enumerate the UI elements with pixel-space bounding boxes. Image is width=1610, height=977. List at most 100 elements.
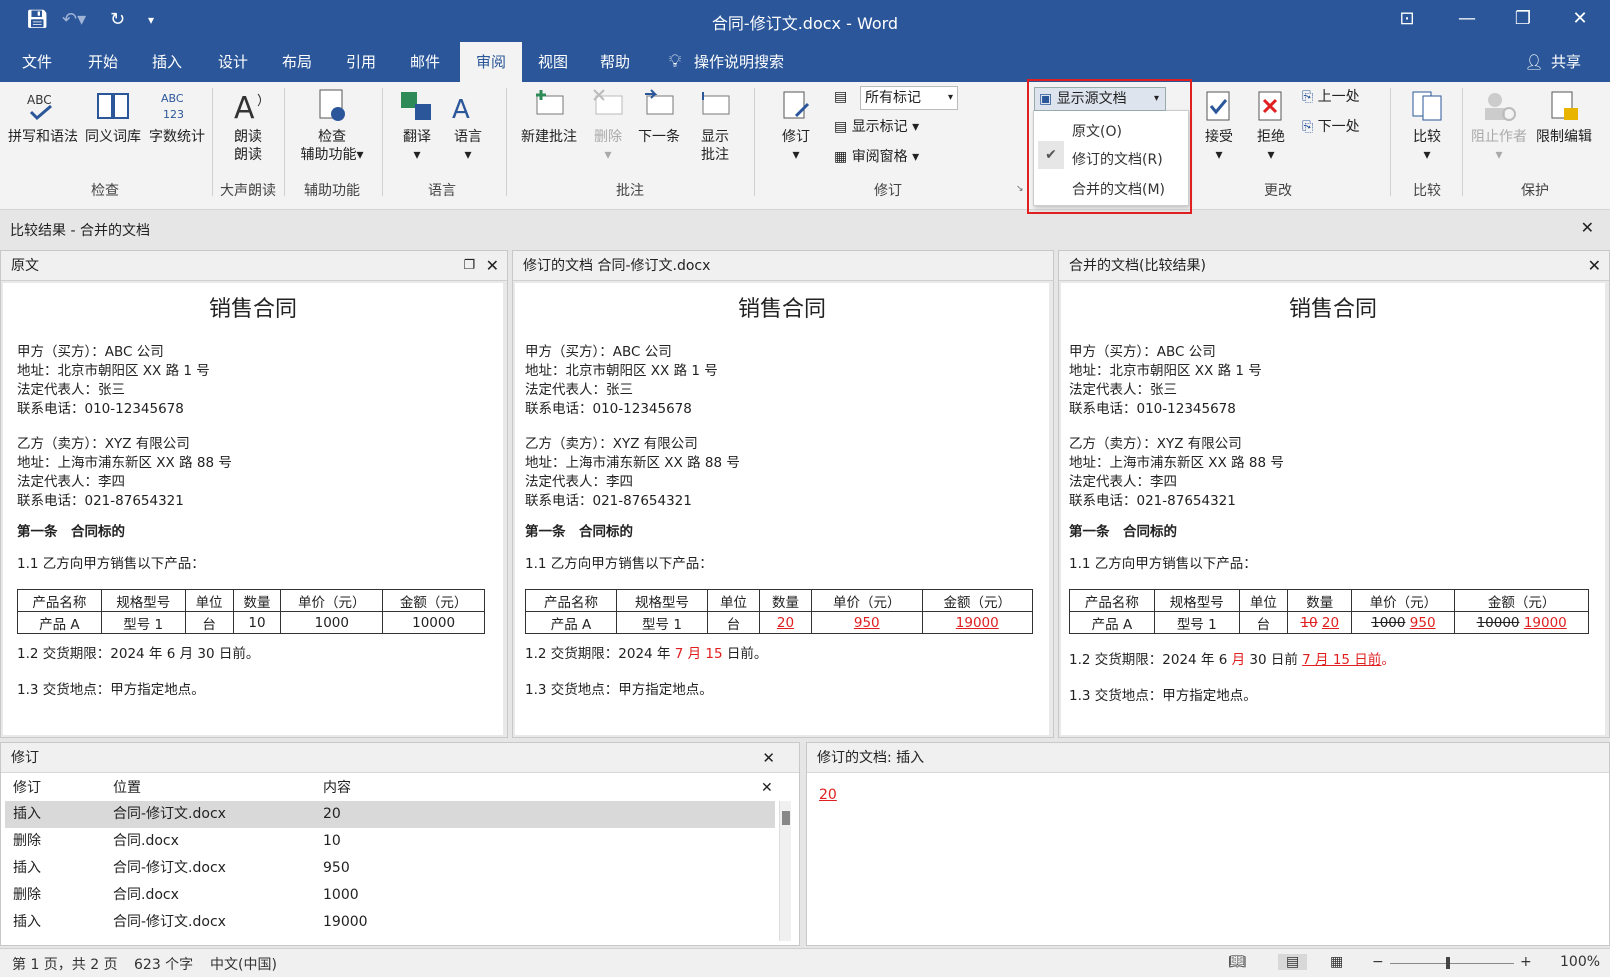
clause-1-2: 1.2 交货期限：2024 年 7 月 15 日前。 bbox=[525, 646, 768, 662]
tab-home[interactable]: 开始 bbox=[74, 42, 132, 82]
language-status[interactable]: 中文(中国) bbox=[210, 954, 277, 974]
svg-text:ABC: ABC bbox=[27, 93, 52, 107]
party-b-block: 乙方（卖方）：XYZ 有限公司 地址：上海市浦东新区 XX 路 88 号法定代表人… bbox=[17, 436, 232, 509]
restore-icon[interactable]: ❐ bbox=[1508, 8, 1538, 29]
article-1-heading: 第一条 合同标的 bbox=[1069, 524, 1177, 540]
close-revisions-icon[interactable]: ✕ bbox=[762, 743, 775, 773]
table-row[interactable]: 插入 合同-修订文.docx 950 bbox=[5, 855, 775, 882]
language-button[interactable]: A 语言 ▾ bbox=[446, 88, 490, 164]
zoom-slider-thumb[interactable] bbox=[1446, 957, 1450, 969]
web-layout-icon[interactable]: ▦ bbox=[1330, 954, 1343, 970]
delete-comment-button[interactable]: 删除 ▾ bbox=[586, 88, 630, 164]
merged-pane-title: 合并的文档(比较结果) bbox=[1069, 258, 1206, 274]
zoom-in-icon[interactable]: + bbox=[1520, 954, 1532, 970]
block-authors-button[interactable]: 阻止作者 ▾ bbox=[1468, 88, 1530, 164]
check-accessibility-button[interactable]: 检查 辅助功能▾ bbox=[292, 88, 372, 164]
compare-button[interactable]: 比较 ▾ bbox=[1400, 88, 1454, 164]
doc-title: 销售合同 bbox=[737, 297, 826, 322]
doc-title: 销售合同 bbox=[208, 297, 297, 322]
markup-dropdown[interactable]: 所有标记 ▾ bbox=[860, 86, 958, 110]
zoom-out-icon[interactable]: − bbox=[1372, 954, 1384, 970]
group-language-label: 语言 bbox=[428, 183, 456, 199]
zoom-level[interactable]: 100% bbox=[1560, 954, 1600, 970]
next-comment-button[interactable]: 下一条 bbox=[634, 88, 684, 146]
svg-text:ABC: ABC bbox=[161, 92, 184, 105]
status-bar: 第 1 页，共 2 页 623 个字 中文(中国) 📖︎ ▤ ▦ − + 100… bbox=[0, 948, 1610, 977]
article-1-heading: 第一条 合同标的 bbox=[17, 524, 125, 540]
product-table: 产品名称 规格型号 单位 数量 单价（元） 金额（元） 产品 A 型号 1 台 10 1000 10… bbox=[17, 589, 485, 634]
table-row[interactable]: 插入 合同-修订文.docx 19000 bbox=[5, 909, 775, 936]
close-icon[interactable]: ✕ bbox=[1565, 8, 1595, 29]
revised-pane-title: 修订的文档 合同-修订文.docx bbox=[523, 258, 711, 274]
word-count[interactable]: 623 个字 bbox=[134, 954, 193, 974]
accept-button[interactable]: 接受 ▾ bbox=[1196, 88, 1242, 164]
show-source-documents-dropdown[interactable]: ▣ 显示源文档 ▾ bbox=[1034, 87, 1166, 111]
revision-detail-value: 20 bbox=[819, 787, 837, 803]
group-comments-label: 批注 bbox=[616, 183, 644, 199]
share-button[interactable]: 共享 bbox=[1546, 42, 1586, 82]
print-layout-icon[interactable]: ▤ bbox=[1278, 954, 1308, 970]
restrict-editing-icon bbox=[1551, 91, 1578, 120]
previous-change-button[interactable]: ⎘ 上一处 bbox=[1302, 86, 1360, 108]
close-compare-icon[interactable]: ✕ bbox=[1581, 218, 1594, 237]
svg-text:A: A bbox=[452, 95, 470, 124]
group-protect-label: 保护 bbox=[1521, 183, 1549, 199]
original-page[interactable]: 销售合同 甲方（买方）：ABC 公司 地址：北京市朝阳区 XX 路 1 号法定代表… bbox=[3, 283, 503, 735]
clause-1-1: 1.1 乙方向甲方销售以下产品： bbox=[525, 556, 713, 572]
tab-layout[interactable]: 布局 bbox=[268, 42, 326, 82]
markup-icon: ▤ bbox=[834, 89, 848, 105]
word-count-button[interactable]: ABC 123 字数统计 bbox=[146, 88, 208, 146]
revisions-scrollbar[interactable] bbox=[779, 801, 791, 941]
table-row[interactable]: 删除 合同.docx 10 bbox=[5, 828, 775, 855]
group-accessibility-label: 辅助功能 bbox=[304, 183, 360, 199]
tell-me-search[interactable]: 操作说明搜索 bbox=[694, 42, 804, 82]
ribbon: ABC 拼写和语法 同义词库 ABC 123 字数统计 检查 A 朗读 朗读 大声朗… bbox=[0, 82, 1610, 210]
revised-page[interactable]: 销售合同 甲方（买方）：ABC 公司 地址：北京市朝阳区 XX 路 1 号法定代表… bbox=[515, 283, 1049, 735]
table-row[interactable]: 插入 合同-修订文.docx 20 bbox=[5, 801, 775, 828]
ribbon-display-icon[interactable]: ⊡ bbox=[1392, 8, 1422, 29]
clause-1-3: 1.3 交货地点：甲方指定地点。 bbox=[1069, 688, 1257, 704]
tab-mailings[interactable]: 邮件 bbox=[396, 42, 454, 82]
table-row[interactable]: 删除 合同.docx 1000 bbox=[5, 882, 775, 909]
tab-file[interactable]: 文件 bbox=[8, 42, 66, 82]
person-icon: 👤︎ bbox=[1524, 53, 1544, 71]
reject-button[interactable]: 拒绝 ▾ bbox=[1248, 88, 1294, 164]
show-comments-button[interactable]: 显示 批注 bbox=[690, 88, 740, 164]
translate-button[interactable]: 翻译 ▾ bbox=[392, 88, 442, 164]
tab-design[interactable]: 设计 bbox=[204, 42, 262, 82]
read-aloud-button[interactable]: A 朗读 朗读 bbox=[218, 88, 278, 164]
close-original-pane-icon[interactable]: ✕ bbox=[486, 251, 499, 281]
merged-page[interactable]: 销售合同 甲方（买方）：ABC 公司 地址：北京市朝阳区 XX 路 1 号法定代表… bbox=[1061, 283, 1605, 735]
clause-1-1: 1.1 乙方向甲方销售以下产品： bbox=[17, 556, 205, 572]
close-list-icon[interactable]: ✕ bbox=[761, 775, 773, 802]
track-changes-button[interactable]: 修订 ▾ bbox=[770, 88, 822, 164]
tab-insert[interactable]: 插入 bbox=[138, 42, 196, 82]
thesaurus-button[interactable]: 同义词库 bbox=[82, 88, 144, 146]
product-table: 产品名称 规格型号 单位 数量 单价（元） 金额（元） 产品 A 型号 1 台 20 950 190… bbox=[525, 589, 1033, 634]
tab-view[interactable]: 视图 bbox=[524, 42, 582, 82]
svg-text:123: 123 bbox=[163, 108, 184, 121]
minimize-icon[interactable]: — bbox=[1452, 8, 1482, 29]
zoom-slider[interactable] bbox=[1390, 963, 1514, 964]
show-comments-icon bbox=[702, 92, 730, 115]
party-a-block: 甲方（买方）：ABC 公司 地址：北京市朝阳区 XX 路 1 号法定代表人：张三联… bbox=[17, 344, 210, 417]
show-markup-button[interactable]: ▤ 显示标记 ▾ bbox=[834, 116, 919, 138]
page-count[interactable]: 第 1 页，共 2 页 bbox=[12, 954, 118, 974]
tab-references[interactable]: 引用 bbox=[332, 42, 390, 82]
new-comment-button[interactable]: 新建批注 bbox=[516, 88, 582, 146]
close-merged-pane-icon[interactable]: ✕ bbox=[1588, 251, 1601, 281]
dialog-launcher-icon[interactable]: ↘ bbox=[1016, 184, 1024, 194]
reviewing-pane-button[interactable]: ▦ 审阅窗格 ▾ bbox=[834, 146, 919, 168]
spelling-grammar-button[interactable]: ABC 拼写和语法 bbox=[6, 88, 80, 146]
revisions-title: 修订 bbox=[11, 750, 39, 766]
next-change-button[interactable]: ⎘ 下一处 bbox=[1302, 116, 1360, 138]
tab-review[interactable]: 审阅 bbox=[460, 42, 522, 82]
lightbulb-icon: 💡︎ bbox=[668, 51, 682, 72]
next-comment-icon bbox=[645, 89, 674, 115]
tab-help[interactable]: 帮助 bbox=[586, 42, 644, 82]
clause-1-1: 1.1 乙方向甲方销售以下产品： bbox=[1069, 556, 1257, 572]
accept-icon bbox=[1206, 91, 1230, 121]
restrict-editing-button[interactable]: 限制编辑 bbox=[1532, 88, 1596, 146]
read-mode-icon[interactable]: 📖︎ bbox=[1228, 954, 1246, 970]
restore-pane-icon[interactable]: ❐ bbox=[463, 251, 475, 281]
